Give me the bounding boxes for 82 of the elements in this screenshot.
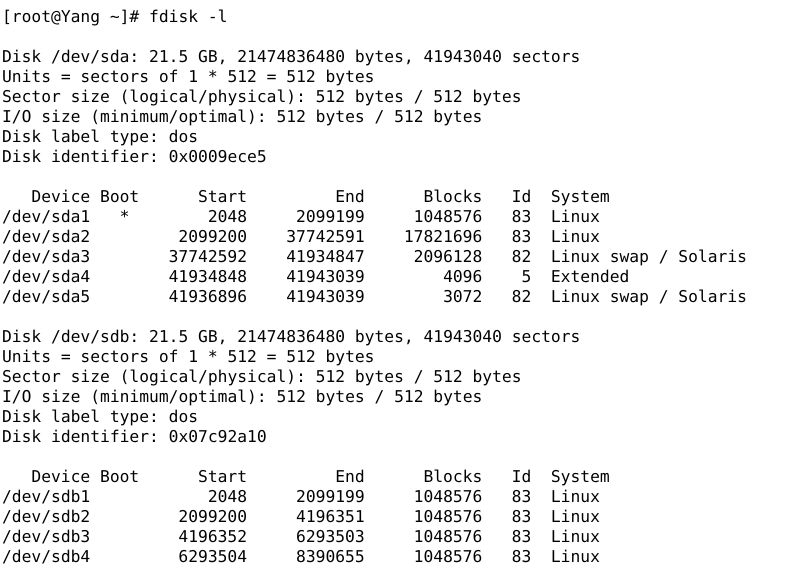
- column-header: Boot: [100, 187, 140, 206]
- column-header: System: [550, 467, 610, 486]
- column-header: Device: [31, 187, 90, 206]
- table-cell: 83: [512, 207, 532, 226]
- table-cell: 3072: [443, 287, 482, 306]
- table-cell: /dev/sdb2: [2, 507, 90, 526]
- table-cell: 1048576: [414, 507, 482, 526]
- column-header: System: [550, 187, 610, 206]
- table-cell: 1048576: [414, 487, 482, 506]
- table-cell: 2099200: [178, 507, 248, 526]
- table-cell: 82: [512, 247, 532, 266]
- table-cell: 41934848: [168, 267, 248, 286]
- output-line: I/O size (minimum/optimal): 512 bytes / 512 bytes: [2, 387, 482, 407]
- column-header: End: [335, 467, 365, 486]
- table-cell: 83: [512, 527, 532, 546]
- table-cell: 2099200: [178, 227, 248, 246]
- output-line: Disk label type: dos: [2, 127, 198, 147]
- table-cell: /dev/sda1: [2, 207, 90, 226]
- table-cell: Linux: [550, 227, 600, 246]
- output-line: Disk /dev/sda: 21.5 GB, 21474836480 bytes, 41943040 sectors: [2, 47, 580, 67]
- table-cell: 41936896: [168, 287, 248, 306]
- table-cell: 4196352: [178, 527, 248, 546]
- column-header: Blocks: [423, 467, 482, 486]
- table-cell: /dev/sdb4: [2, 547, 90, 566]
- column-header: Start: [198, 187, 248, 206]
- table-cell: Linux: [550, 547, 600, 566]
- table-cell: 83: [512, 507, 532, 526]
- table-cell: 41934847: [286, 247, 365, 266]
- output-line: Units = sectors of 1 * 512 = 512 bytes: [2, 67, 374, 87]
- table-cell: 2096128: [414, 247, 482, 266]
- table-cell: /dev/sda2: [2, 227, 90, 246]
- table-cell: 2048: [208, 487, 248, 506]
- table-cell: 17821696: [404, 227, 482, 246]
- table-cell: Extended: [550, 267, 630, 286]
- column-header: Blocks: [423, 187, 482, 206]
- boot-marker: *: [120, 207, 130, 226]
- table-cell: Linux: [550, 527, 600, 546]
- table-cell: 41943039: [286, 287, 365, 306]
- output-line: Sector size (logical/physical): 512 bytes / 512 bytes: [2, 367, 522, 387]
- table-cell: 5: [521, 267, 532, 286]
- table-cell: 1048576: [414, 207, 482, 226]
- table-cell: 6293504: [178, 547, 248, 566]
- column-header: Id: [512, 467, 532, 486]
- table-cell: 37742592: [168, 247, 248, 266]
- output-line: Disk identifier: 0x0009ece5: [2, 147, 267, 167]
- table-cell: 2099199: [296, 487, 365, 506]
- table-cell: Linux swap / Solaris: [550, 287, 747, 306]
- table-cell: 41943039: [286, 267, 365, 286]
- table-cell: /dev/sda5: [2, 287, 90, 306]
- output-line: Disk identifier: 0x07c92a10: [2, 427, 267, 447]
- table-cell: 83: [512, 487, 532, 506]
- output-line: Disk label type: dos: [2, 407, 198, 427]
- command-prompt: [root@Yang ~]# fdisk -l: [2, 7, 228, 27]
- table-cell: 4096: [443, 267, 482, 286]
- table-cell: 2099199: [296, 207, 365, 226]
- output-line: Units = sectors of 1 * 512 = 512 bytes: [2, 347, 374, 367]
- table-cell: 83: [512, 227, 532, 246]
- table-cell: 4196351: [296, 507, 365, 526]
- output-line: I/O size (minimum/optimal): 512 bytes / 512 bytes: [2, 107, 482, 127]
- table-cell: 37742591: [286, 227, 365, 246]
- table-cell: /dev/sda3: [2, 247, 90, 266]
- column-header: Id: [512, 187, 532, 206]
- table-cell: 8390655: [296, 547, 365, 566]
- table-cell: 1048576: [414, 527, 482, 546]
- column-header: End: [335, 187, 365, 206]
- column-header: Boot: [100, 467, 140, 486]
- table-cell: /dev/sda4: [2, 267, 90, 286]
- table-cell: 83: [512, 547, 532, 566]
- table-cell: 82: [512, 287, 532, 306]
- output-line: Sector size (logical/physical): 512 bytes / 512 bytes: [2, 87, 522, 107]
- table-cell: Linux: [550, 507, 600, 526]
- table-cell: 6293503: [296, 527, 365, 546]
- table-cell: 1048576: [414, 547, 482, 566]
- table-cell: 2048: [208, 207, 248, 226]
- column-header: Device: [31, 467, 90, 486]
- table-cell: /dev/sdb1: [2, 487, 90, 506]
- output-line: Disk /dev/sdb: 21.5 GB, 21474836480 bytes, 41943040 sectors: [2, 327, 580, 347]
- table-cell: /dev/sdb3: [2, 527, 90, 546]
- table-cell: Linux: [550, 487, 600, 506]
- table-cell: Linux: [550, 207, 600, 226]
- column-header: Start: [198, 467, 248, 486]
- table-cell: Linux swap / Solaris: [550, 247, 747, 266]
